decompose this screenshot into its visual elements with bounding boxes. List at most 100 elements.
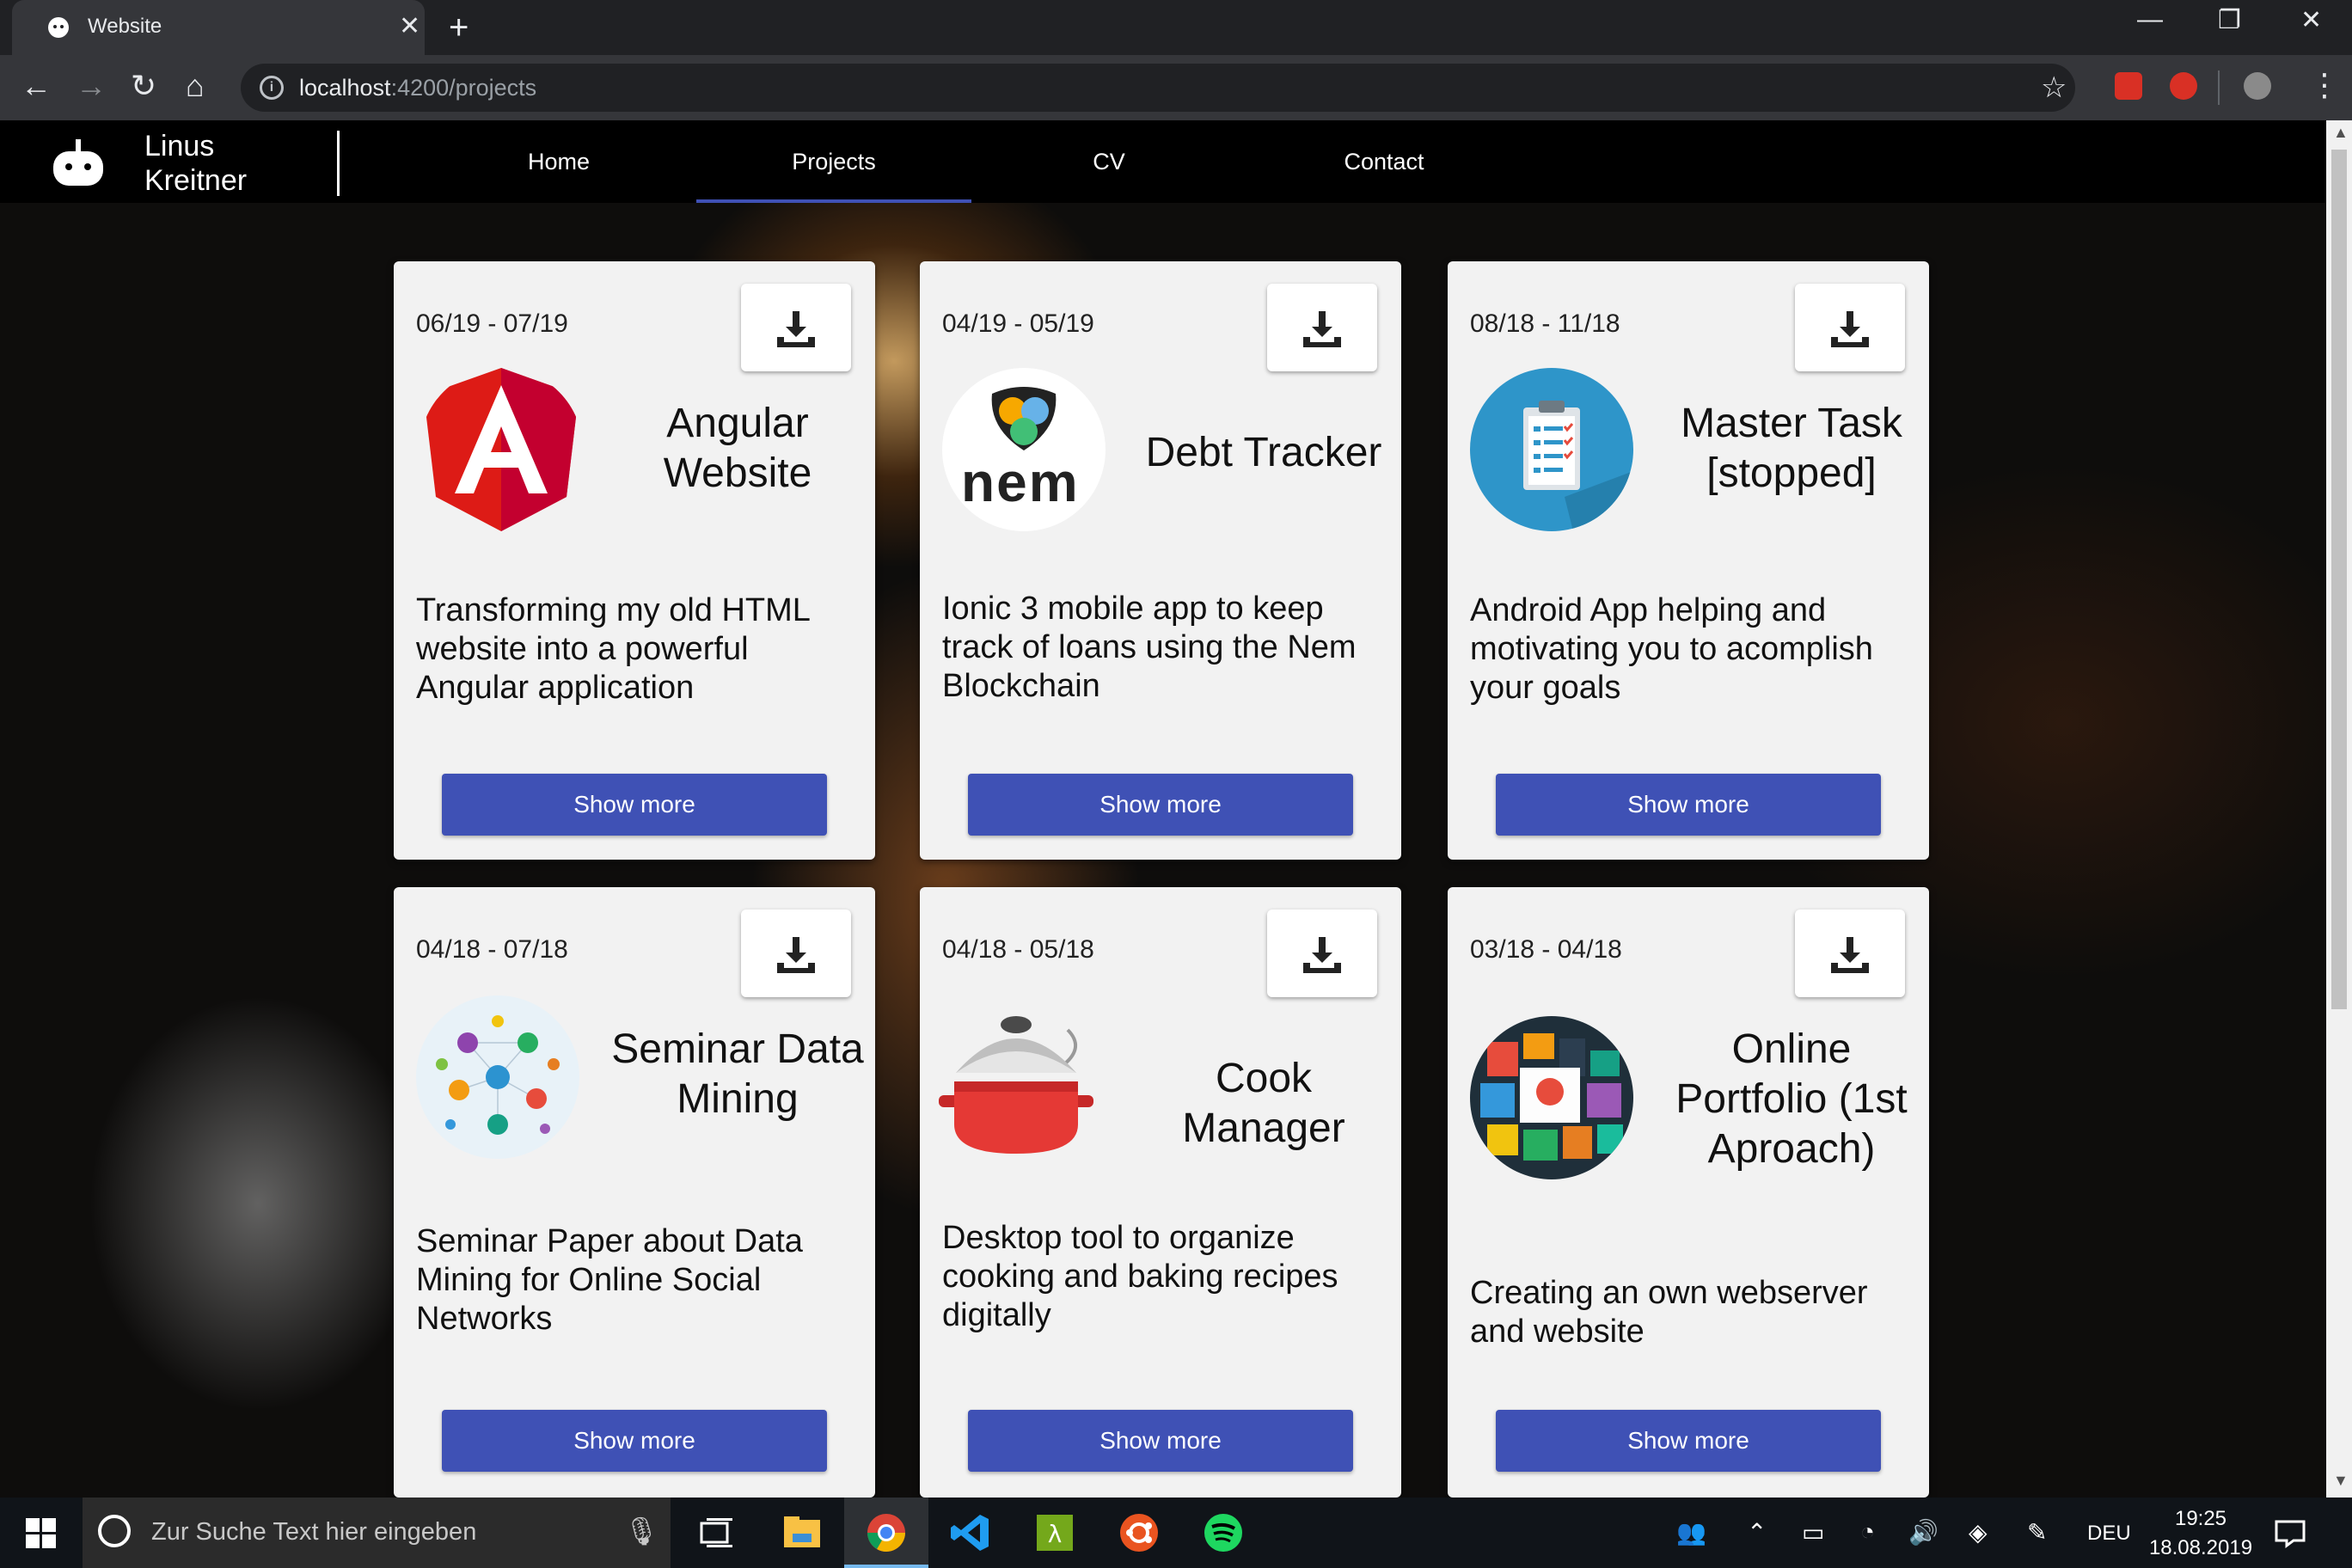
project-date: 04/18 - 05/18 [942,935,1094,964]
download-button[interactable] [741,284,851,371]
microphone-icon[interactable]: 🎙 [624,1515,659,1547]
scroll-down-arrow-icon[interactable]: ▼ [2333,1472,2349,1490]
project-description: Desktop tool to organize cooking and bak… [942,1220,1338,1333]
clipboard-checklist-icon [1470,368,1633,531]
project-date: 04/18 - 07/18 [416,935,568,964]
project-title: Cook Manager [1182,1056,1345,1151]
show-more-button[interactable]: Show more [1496,774,1881,836]
restore-button[interactable]: ❐ [2218,5,2241,35]
download-button[interactable] [1795,284,1905,371]
nem-logo-icon: nem [942,368,1106,531]
project-date: 08/18 - 11/18 [1470,309,1620,338]
task-view-icon[interactable] [695,1511,738,1554]
download-button[interactable] [741,910,851,997]
svg-text:λ: λ [1048,1520,1063,1548]
browser-tab-strip: Website ✕ + — ❐ ✕ [0,0,2352,55]
new-tab-button[interactable]: + [449,9,469,46]
project-title: Angular Website [663,401,812,496]
gmail-extension-icon[interactable] [2115,72,2142,100]
show-hidden-icons-chevron[interactable]: ⌃ [1747,1518,1767,1547]
browser-menu-icon[interactable]: ⋮ [2309,67,2340,103]
ubuntu-icon[interactable] [1118,1511,1161,1554]
tab-title: Website [88,15,162,38]
project-card: 04/18 - 05/18 Cook Manager Desktop tool … [920,887,1401,1498]
project-date: 06/19 - 07/19 [416,309,568,338]
show-more-button[interactable]: Show more [442,1410,827,1472]
pen-icon[interactable]: ✎ [2027,1518,2047,1547]
home-icon[interactable]: ⌂ [186,69,205,103]
project-card: 04/18 - 07/18 Seminar Data Mining Semina… [394,887,875,1498]
taskbar-search-box[interactable]: Zur Suche Text hier eingeben 🎙 [83,1498,671,1568]
reload-icon[interactable]: ↻ [131,69,156,103]
terminal-icon[interactable]: λ [1033,1511,1076,1554]
cooking-pot-icon [939,1016,1093,1154]
project-description: Transforming my old HTML website into a … [416,592,810,706]
project-card: 06/19 - 07/19 Angular Website Transformi… [394,261,875,860]
toolbar-divider [2218,70,2220,105]
download-button[interactable] [1795,910,1905,997]
download-button[interactable] [1267,284,1377,371]
download-button[interactable] [1267,910,1377,997]
chrome-icon[interactable] [865,1511,908,1554]
download-icon [1831,311,1869,347]
language-indicator[interactable]: DEU [2087,1522,2131,1546]
wifi-icon[interactable]: ◔ [1860,1518,1875,1546]
spotify-icon[interactable] [1202,1511,1245,1554]
project-title: Debt Tracker [1145,430,1382,475]
browser-toolbar: ← → ↻ ⌂ i localhost:4200/projects ☆ ⋮ [0,55,2352,120]
bookmark-star-icon[interactable]: ☆ [2041,70,2067,105]
project-date: 04/19 - 05/19 [942,309,1094,338]
people-icon[interactable]: 👥 [1676,1518,1706,1547]
minimize-button[interactable]: — [2137,5,2163,34]
project-title: Seminar Data Mining [611,1026,864,1122]
download-icon [1303,311,1341,347]
app-header: Linus Kreitner Home Projects CV Contact [0,120,2326,203]
show-more-button[interactable]: Show more [442,774,827,836]
brand-divider [337,131,340,196]
scroll-thumb[interactable] [2331,150,2347,1009]
adblock-extension-icon[interactable] [2170,72,2197,100]
address-bar[interactable]: i localhost:4200/projects ☆ [241,64,2075,112]
nav-cv[interactable]: CV [971,120,1246,203]
file-explorer-icon[interactable] [781,1511,824,1554]
profile-avatar[interactable] [2244,72,2271,100]
project-title: Master Task [stopped] [1681,401,1902,496]
windows-start-icon[interactable] [26,1518,57,1549]
back-icon[interactable]: ← [21,69,52,103]
forward-icon[interactable]: → [76,69,107,103]
download-icon [1831,937,1869,973]
robot-logo-icon[interactable] [53,139,103,186]
browser-tab[interactable]: Website ✕ [12,0,425,55]
notifications-icon[interactable] [2273,1516,2307,1551]
show-more-button[interactable]: Show more [968,774,1353,836]
show-more-button[interactable]: Show more [968,1410,1353,1472]
nav-home[interactable]: Home [421,120,696,203]
nav-contact[interactable]: Contact [1246,120,1522,203]
scroll-up-arrow-icon[interactable]: ▲ [2333,124,2349,142]
volume-icon[interactable]: 🔊 [1908,1518,1939,1547]
site-info-icon[interactable]: i [260,76,284,100]
battery-icon[interactable]: ▭ [1802,1518,1824,1547]
nav-projects[interactable]: Projects [696,120,971,203]
brand-name[interactable]: Linus Kreitner [144,129,247,198]
tab-close-icon[interactable]: ✕ [399,12,420,41]
angular-logo-icon [424,368,579,531]
project-description: Ionic 3 mobile app to keep track of loan… [942,591,1357,704]
project-card: 04/19 - 05/19 nem Debt Tracker Ionic 3 m… [920,261,1401,860]
dropbox-icon[interactable]: ◈ [1969,1518,1988,1547]
project-card: 03/18 - 04/18 Online Portfolio (1st Apro… [1448,887,1929,1498]
close-window-button[interactable]: ✕ [2300,5,2322,35]
project-description: Creating an own webserver and website [1470,1275,1868,1350]
cortana-icon[interactable] [98,1515,131,1547]
page-viewport: Linus Kreitner Home Projects CV Contact … [0,120,2326,1498]
web-portfolio-icon [1470,1016,1633,1179]
page-scrollbar[interactable]: ▲ ▼ [2326,120,2352,1498]
download-icon [777,937,815,973]
system-clock[interactable]: 19:25 18.08.2019 [2132,1504,2269,1563]
windows-taskbar: Zur Suche Text hier eingeben 🎙 λ 👥 ⌃ ▭ ◔… [0,1498,2352,1568]
project-description: Seminar Paper about Data Mining for Onli… [416,1223,803,1337]
project-description: Android App helping and motivating you t… [1470,592,1873,706]
vscode-icon[interactable] [949,1511,992,1554]
project-title: Online Portfolio (1st Aproach) [1675,1026,1908,1172]
show-more-button[interactable]: Show more [1496,1410,1881,1472]
